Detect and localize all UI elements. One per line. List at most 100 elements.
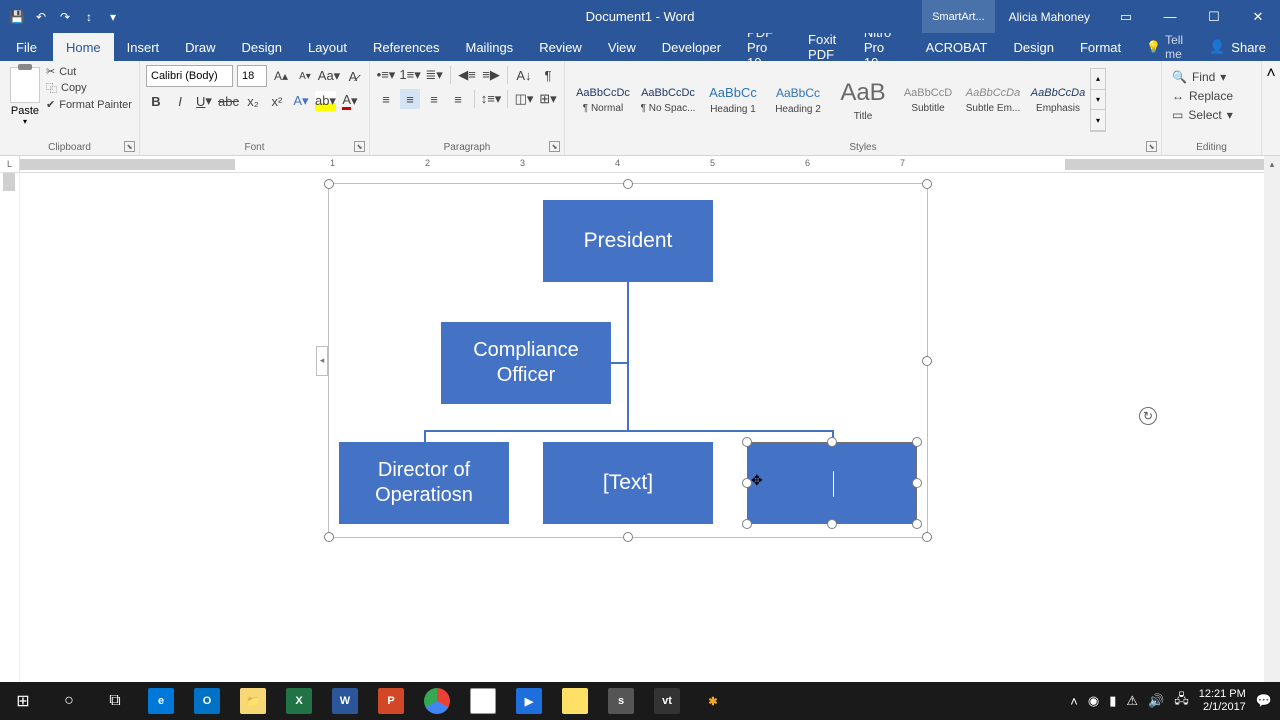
tab-references[interactable]: References bbox=[360, 33, 452, 61]
tray-location-icon[interactable]: ◉ bbox=[1088, 693, 1099, 709]
multilevel-list-button[interactable]: ≣▾ bbox=[424, 65, 444, 85]
tray-battery-icon[interactable]: ▮ bbox=[1109, 693, 1116, 709]
font-size-combo[interactable]: 18 bbox=[237, 65, 267, 87]
tray-expand-icon[interactable]: ˄ bbox=[1070, 694, 1078, 709]
style-no-spacing[interactable]: AaBbCcDc¶ No Spac... bbox=[636, 68, 700, 132]
bold-button[interactable]: B bbox=[146, 91, 166, 111]
line-spacing-button[interactable]: ↕≡▾ bbox=[481, 89, 501, 109]
ruler-h-track[interactable]: 1 2 3 4 5 6 7 bbox=[20, 156, 1280, 172]
taskbar-app5[interactable]: ✱ bbox=[690, 682, 736, 720]
frame-handle-s[interactable] bbox=[623, 532, 633, 542]
taskbar-powerpoint[interactable]: P bbox=[368, 682, 414, 720]
borders-button[interactable]: ⊞▾ bbox=[538, 89, 558, 109]
ribbon-display-icon[interactable]: ▭ bbox=[1104, 0, 1148, 33]
user-name[interactable]: Alicia Mahoney bbox=[995, 10, 1104, 24]
org-box-text[interactable]: [Text] bbox=[543, 442, 713, 524]
shape-handle-sw[interactable] bbox=[742, 519, 752, 529]
style-subtitle[interactable]: AaBbCcDSubtitle bbox=[896, 68, 960, 132]
tab-foxit[interactable]: Foxit PDF bbox=[795, 33, 851, 61]
style-subtle-emphasis[interactable]: AaBbCcDaSubtle Em... bbox=[961, 68, 1025, 132]
tell-me-search[interactable]: 💡 Tell me bbox=[1134, 33, 1195, 61]
shrink-font-button[interactable]: A▾ bbox=[295, 66, 315, 86]
strikethrough-button[interactable]: abc bbox=[218, 91, 239, 111]
start-button[interactable]: ⊞ bbox=[0, 682, 46, 720]
org-box-selected[interactable] bbox=[747, 442, 917, 524]
show-marks-button[interactable]: ¶ bbox=[538, 65, 558, 85]
maximize-button[interactable]: ☐ bbox=[1192, 0, 1236, 33]
ruler-vertical[interactable] bbox=[0, 173, 20, 682]
shape-handle-n[interactable] bbox=[827, 437, 837, 447]
find-button[interactable]: 🔍Find ▾ bbox=[1168, 69, 1255, 85]
grow-font-button[interactable]: A▴ bbox=[271, 66, 291, 86]
tab-draw[interactable]: Draw bbox=[172, 33, 228, 61]
style-heading1[interactable]: AaBbCcHeading 1 bbox=[701, 68, 765, 132]
tab-selector[interactable]: L bbox=[0, 156, 20, 172]
select-button[interactable]: ▭Select ▾ bbox=[1168, 107, 1255, 123]
tab-view[interactable]: View bbox=[595, 33, 649, 61]
font-launcher[interactable]: ⬊ bbox=[354, 141, 365, 152]
share-button[interactable]: 👤 Share bbox=[1195, 39, 1280, 55]
smartart-frame[interactable]: ◂ President Compliance Officer Director … bbox=[328, 183, 928, 538]
close-button[interactable]: ✕ bbox=[1236, 0, 1280, 33]
underline-button[interactable]: U▾ bbox=[194, 91, 214, 111]
style-emphasis[interactable]: AaBbCcDaEmphasis bbox=[1026, 68, 1090, 132]
tab-smartart-format[interactable]: Format bbox=[1067, 33, 1134, 61]
clear-formatting-button[interactable]: A̷ bbox=[343, 66, 363, 86]
change-case-button[interactable]: Aa▾ bbox=[319, 66, 339, 86]
taskbar-explorer[interactable]: 📁 bbox=[230, 682, 276, 720]
align-center-button[interactable]: ≡ bbox=[400, 89, 420, 109]
frame-handle-e[interactable] bbox=[922, 356, 932, 366]
tab-insert[interactable]: Insert bbox=[114, 33, 173, 61]
highlight-button[interactable]: ab▾ bbox=[315, 91, 336, 111]
save-icon[interactable]: 💾 bbox=[8, 8, 26, 26]
redo-icon[interactable]: ↷ bbox=[56, 8, 74, 26]
task-view-button[interactable]: ⧉ bbox=[92, 682, 138, 720]
sort-button[interactable]: A↓ bbox=[514, 65, 534, 85]
styles-scroll-up[interactable]: ▴ bbox=[1091, 69, 1105, 90]
italic-button[interactable]: I bbox=[170, 91, 190, 111]
org-box-compliance[interactable]: Compliance Officer bbox=[441, 322, 611, 404]
replace-button[interactable]: ↔Replace bbox=[1168, 88, 1255, 104]
touch-mode-icon[interactable]: ↕ bbox=[80, 8, 98, 26]
tab-design[interactable]: Design bbox=[229, 33, 295, 61]
tab-home[interactable]: Home bbox=[53, 33, 114, 61]
cut-button[interactable]: ✂Cut bbox=[46, 65, 132, 78]
increase-indent-button[interactable]: ≡▶ bbox=[481, 65, 501, 85]
superscript-button[interactable]: x² bbox=[267, 91, 287, 111]
scrollbar-vertical[interactable]: ▴ bbox=[1264, 156, 1280, 682]
font-color-button[interactable]: A▾ bbox=[340, 91, 360, 111]
frame-handle-sw[interactable] bbox=[324, 532, 334, 542]
shape-handle-e[interactable] bbox=[912, 478, 922, 488]
cortana-button[interactable]: ○ bbox=[46, 682, 92, 720]
taskbar-app3[interactable]: s bbox=[598, 682, 644, 720]
frame-handle-ne[interactable] bbox=[922, 179, 932, 189]
style-title[interactable]: AaBTitle bbox=[831, 68, 895, 132]
tab-layout[interactable]: Layout bbox=[295, 33, 360, 61]
page[interactable]: ◂ President Compliance Officer Director … bbox=[20, 173, 1264, 682]
shading-button[interactable]: ◫▾ bbox=[514, 89, 534, 109]
scroll-up-button[interactable]: ▴ bbox=[1264, 156, 1280, 172]
taskbar-clock[interactable]: 12:21 PM 2/1/2017 bbox=[1199, 688, 1246, 714]
align-left-button[interactable]: ≡ bbox=[376, 89, 396, 109]
tab-nitro[interactable]: Nitro Pro 10 bbox=[851, 33, 913, 61]
text-pane-toggle[interactable]: ◂ bbox=[316, 346, 328, 376]
qat-dropdown-icon[interactable]: ▾ bbox=[104, 8, 122, 26]
taskbar-outlook[interactable]: O bbox=[184, 682, 230, 720]
tray-volume-icon[interactable]: 🔊 bbox=[1148, 693, 1164, 709]
collapse-ribbon-button[interactable]: ˄ bbox=[1262, 61, 1280, 155]
shape-handle-s[interactable] bbox=[827, 519, 837, 529]
tab-smartart-design[interactable]: Design bbox=[1001, 33, 1067, 61]
styles-scroll-down[interactable]: ▾ bbox=[1091, 90, 1105, 111]
text-effects-button[interactable]: A▾ bbox=[291, 91, 311, 111]
tab-pdfpro[interactable]: PDF Pro 10 bbox=[734, 33, 795, 61]
tab-file[interactable]: File bbox=[0, 33, 53, 61]
frame-handle-se[interactable] bbox=[922, 532, 932, 542]
taskbar-excel[interactable]: X bbox=[276, 682, 322, 720]
shape-handle-ne[interactable] bbox=[912, 437, 922, 447]
subscript-button[interactable]: x₂ bbox=[243, 91, 263, 111]
org-box-president[interactable]: President bbox=[543, 200, 713, 282]
style-normal[interactable]: AaBbCcDc¶ Normal bbox=[571, 68, 635, 132]
shape-handle-nw[interactable] bbox=[742, 437, 752, 447]
font-name-combo[interactable]: Calibri (Body) bbox=[146, 65, 233, 87]
align-right-button[interactable]: ≡ bbox=[424, 89, 444, 109]
